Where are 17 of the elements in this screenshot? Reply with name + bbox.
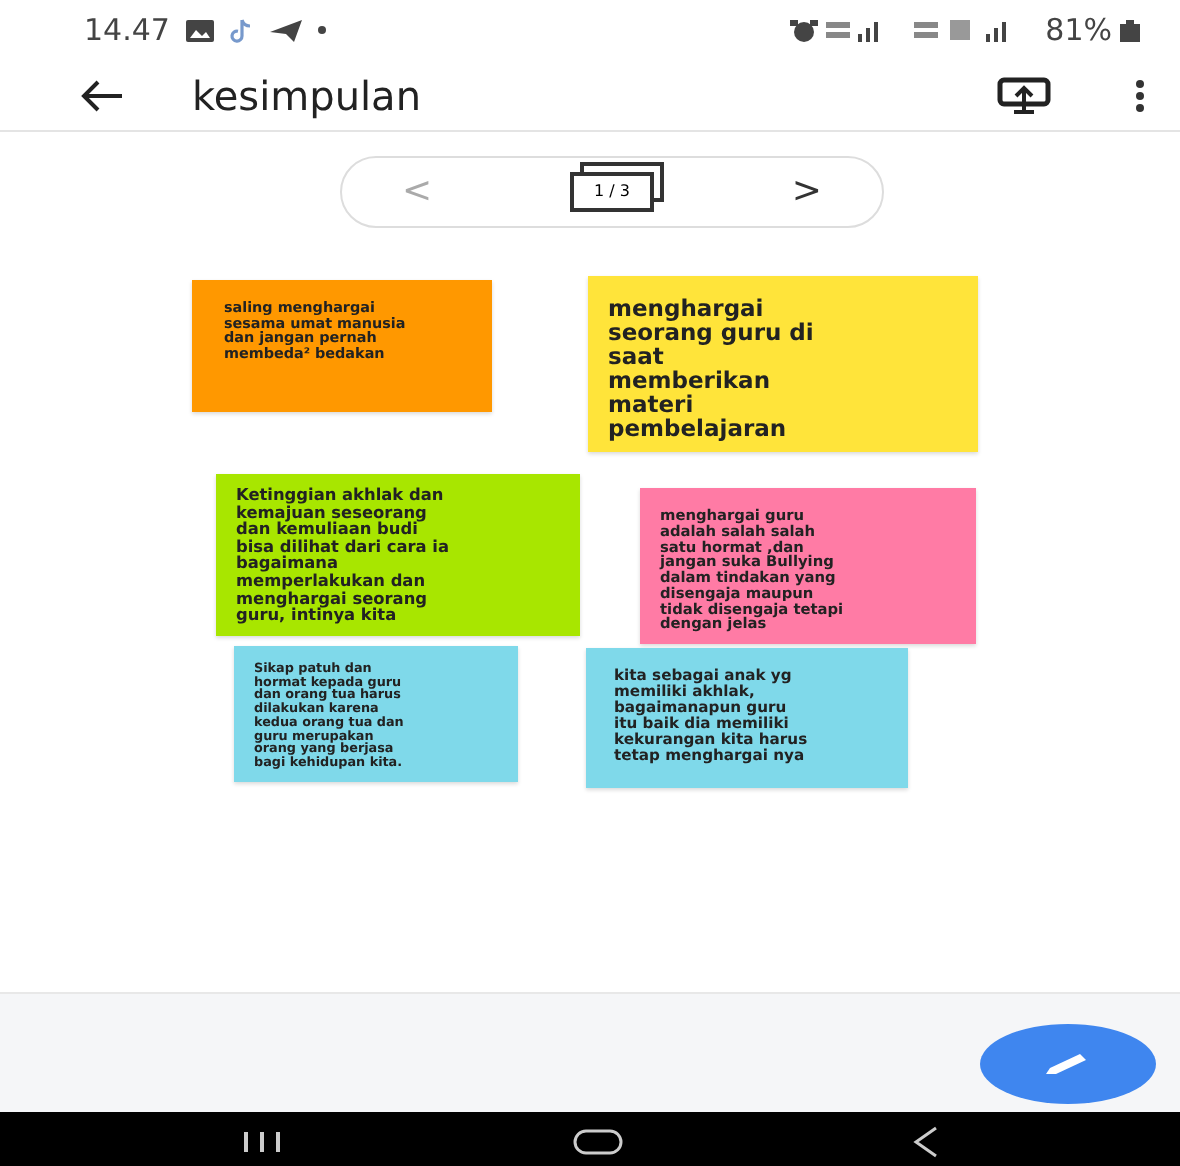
send-icon	[269, 19, 302, 41]
back-arrow-icon	[80, 80, 124, 113]
sticky-note[interactable]: Ketinggian akhlak dan kemajuan seseorang dan kemuliaan budi bisa dilihat dari cara ia bagaimana memperlakukan dan menghargai seorang guru, intinya kita	[216, 474, 580, 636]
status-time: 14.47	[84, 9, 170, 52]
battery-percent: 81%	[1045, 9, 1112, 52]
back-icon	[912, 1125, 940, 1158]
dot-icon	[317, 26, 326, 34]
next-page-button[interactable]: >	[779, 174, 834, 210]
recent-apps-icon	[240, 1129, 284, 1154]
battery-icon	[1120, 19, 1140, 41]
more-icon	[1136, 80, 1144, 113]
present-icon	[996, 76, 1052, 117]
sticky-note[interactable]: menghargai seorang guru di saat memberikan materi pembelajaran	[588, 276, 978, 453]
home-icon	[572, 1127, 624, 1156]
music-note-icon	[229, 17, 254, 43]
page-title: kesimpulan	[192, 69, 421, 123]
image-icon	[185, 19, 214, 41]
